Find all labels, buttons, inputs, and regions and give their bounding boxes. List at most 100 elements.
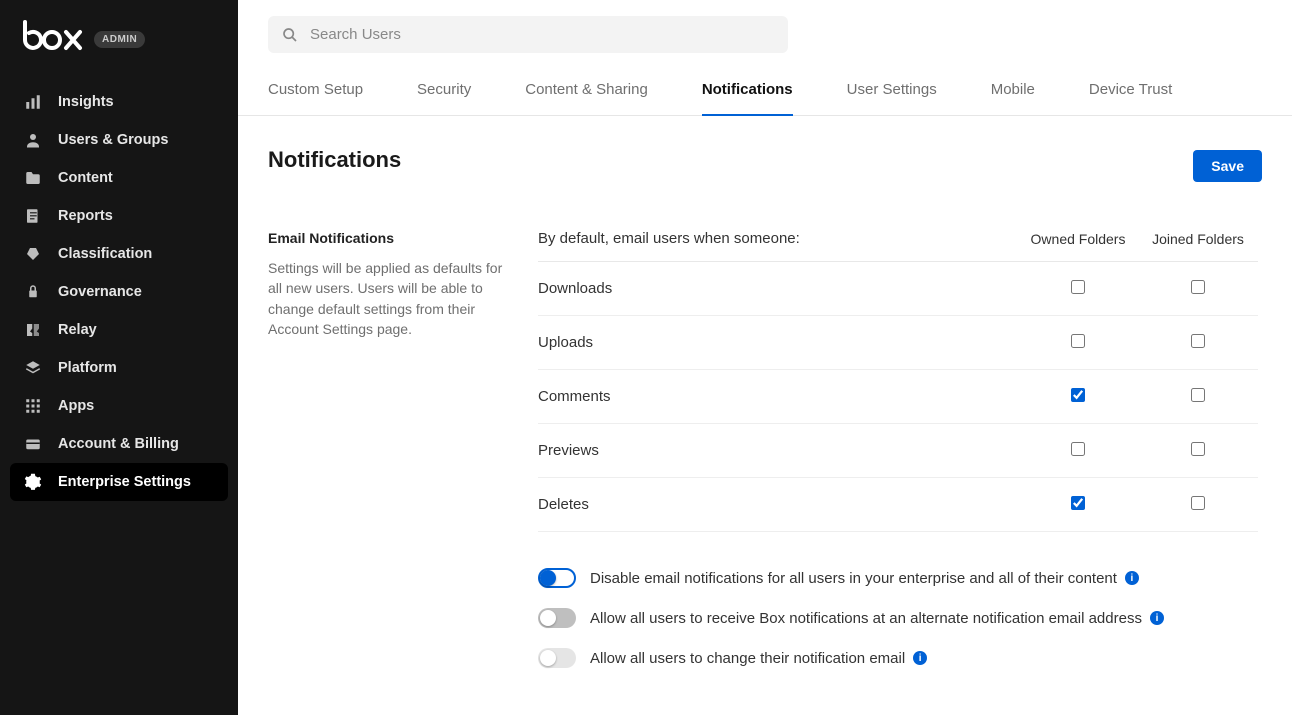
cell-joined <box>1138 334 1258 351</box>
nav-icon <box>24 207 42 225</box>
toggle-text: Allow all users to change their notifica… <box>590 650 905 667</box>
row-label: Comments <box>538 388 1018 405</box>
sidebar-item-label: Enterprise Settings <box>58 474 191 490</box>
cell-owned <box>1018 280 1138 297</box>
sidebar-item-relay[interactable]: Relay <box>10 311 228 349</box>
sidebar-item-governance[interactable]: Governance <box>10 273 228 311</box>
table-header: By default, email users when someone: Ow… <box>538 230 1258 262</box>
table-row: Deletes <box>538 478 1258 532</box>
nav-icon <box>24 283 42 301</box>
checkbox-owned[interactable] <box>1071 442 1085 456</box>
info-icon[interactable]: i <box>1125 571 1139 585</box>
checkbox-owned[interactable] <box>1071 388 1085 402</box>
tab-security[interactable]: Security <box>417 81 471 116</box>
nav-icon <box>24 435 42 453</box>
tab-user-settings[interactable]: User Settings <box>847 81 937 116</box>
search-icon <box>282 27 298 43</box>
checkbox-joined[interactable] <box>1191 496 1205 510</box>
cell-owned <box>1018 496 1138 513</box>
table-row: Uploads <box>538 316 1258 370</box>
sidebar-item-account-billing[interactable]: Account & Billing <box>10 425 228 463</box>
sidebar: ADMIN Insights Users & Groups Content Repor… <box>0 0 238 715</box>
admin-badge: ADMIN <box>94 31 145 48</box>
sidebar-item-label: Governance <box>58 284 142 300</box>
toggle-switch[interactable] <box>538 648 576 668</box>
sidebar-item-classification[interactable]: Classification <box>10 235 228 273</box>
sidebar-item-insights[interactable]: Insights <box>10 83 228 121</box>
checkbox-joined[interactable] <box>1191 334 1205 348</box>
nav-icon <box>24 169 42 187</box>
table-column-owned: Owned Folders <box>1018 231 1138 247</box>
tab-notifications[interactable]: Notifications <box>702 81 793 116</box>
sidebar-item-label: Content <box>58 170 113 186</box>
nav-icon <box>24 321 42 339</box>
toggle-label: Disable email notifications for all user… <box>590 570 1139 587</box>
sidebar-item-content[interactable]: Content <box>10 159 228 197</box>
sidebar-item-apps[interactable]: Apps <box>10 387 228 425</box>
box-logo <box>22 20 84 59</box>
checkbox-owned[interactable] <box>1071 280 1085 294</box>
sidebar-item-label: Insights <box>58 94 114 110</box>
search-input[interactable] <box>310 26 774 43</box>
checkbox-owned[interactable] <box>1071 496 1085 510</box>
toggle-knob <box>540 650 556 666</box>
section-heading: Email Notifications <box>268 230 518 246</box>
tab-content-sharing[interactable]: Content & Sharing <box>525 81 648 116</box>
sidebar-item-label: Platform <box>58 360 117 376</box>
sidebar-item-users-groups[interactable]: Users & Groups <box>10 121 228 159</box>
search-bar[interactable] <box>268 16 788 53</box>
row-label: Previews <box>538 442 1018 459</box>
toggle-row: Allow all users to change their notifica… <box>538 638 1258 678</box>
sidebar-item-platform[interactable]: Platform <box>10 349 228 387</box>
cell-owned <box>1018 442 1138 459</box>
toggle-label: Allow all users to receive Box notificat… <box>590 610 1164 627</box>
cell-joined <box>1138 280 1258 297</box>
nav-icon <box>24 245 42 263</box>
table-row: Downloads <box>538 262 1258 316</box>
section-description: Settings will be applied as defaults for… <box>268 258 518 339</box>
tab-mobile[interactable]: Mobile <box>991 81 1035 116</box>
nav-icon <box>24 93 42 111</box>
nav-list: Insights Users & Groups Content Reports Clas… <box>0 77 238 507</box>
toggle-row: Disable email notifications for all user… <box>538 558 1258 598</box>
toggle-text: Disable email notifications for all user… <box>590 570 1117 587</box>
sidebar-item-label: Users & Groups <box>58 132 168 148</box>
checkbox-joined[interactable] <box>1191 280 1205 294</box>
sidebar-item-enterprise-settings[interactable]: Enterprise Settings <box>10 463 228 501</box>
brand-area: ADMIN <box>0 14 238 77</box>
checkbox-joined[interactable] <box>1191 388 1205 402</box>
table-header-label: By default, email users when someone: <box>538 230 1018 247</box>
tab-custom-setup[interactable]: Custom Setup <box>268 81 363 116</box>
sidebar-item-label: Classification <box>58 246 152 262</box>
cell-joined <box>1138 388 1258 405</box>
tab-device-trust[interactable]: Device Trust <box>1089 81 1172 116</box>
tab-bar: Custom Setup Security Content & Sharing Not… <box>238 81 1292 116</box>
info-icon[interactable]: i <box>913 651 927 665</box>
sidebar-item-label: Account & Billing <box>58 436 179 452</box>
nav-icon <box>24 473 42 491</box>
row-label: Uploads <box>538 334 1018 351</box>
toggle-knob <box>540 570 556 586</box>
row-label: Deletes <box>538 496 1018 513</box>
cell-owned <box>1018 388 1138 405</box>
toggle-switch[interactable] <box>538 568 576 588</box>
nav-icon <box>24 131 42 149</box>
checkbox-joined[interactable] <box>1191 442 1205 456</box>
cell-joined <box>1138 496 1258 513</box>
table-row: Previews <box>538 424 1258 478</box>
checkbox-owned[interactable] <box>1071 334 1085 348</box>
table-row: Comments <box>538 370 1258 424</box>
info-icon[interactable]: i <box>1150 611 1164 625</box>
row-label: Downloads <box>538 280 1018 297</box>
save-button[interactable]: Save <box>1193 150 1262 182</box>
cell-owned <box>1018 334 1138 351</box>
toggle-knob <box>540 610 556 626</box>
nav-icon <box>24 359 42 377</box>
cell-joined <box>1138 442 1258 459</box>
toggle-label: Allow all users to change their notifica… <box>590 650 927 667</box>
toggle-switch[interactable] <box>538 608 576 628</box>
toggle-row: Allow all users to receive Box notificat… <box>538 598 1258 638</box>
sidebar-item-label: Apps <box>58 398 94 414</box>
sidebar-item-reports[interactable]: Reports <box>10 197 228 235</box>
sidebar-item-label: Relay <box>58 322 97 338</box>
